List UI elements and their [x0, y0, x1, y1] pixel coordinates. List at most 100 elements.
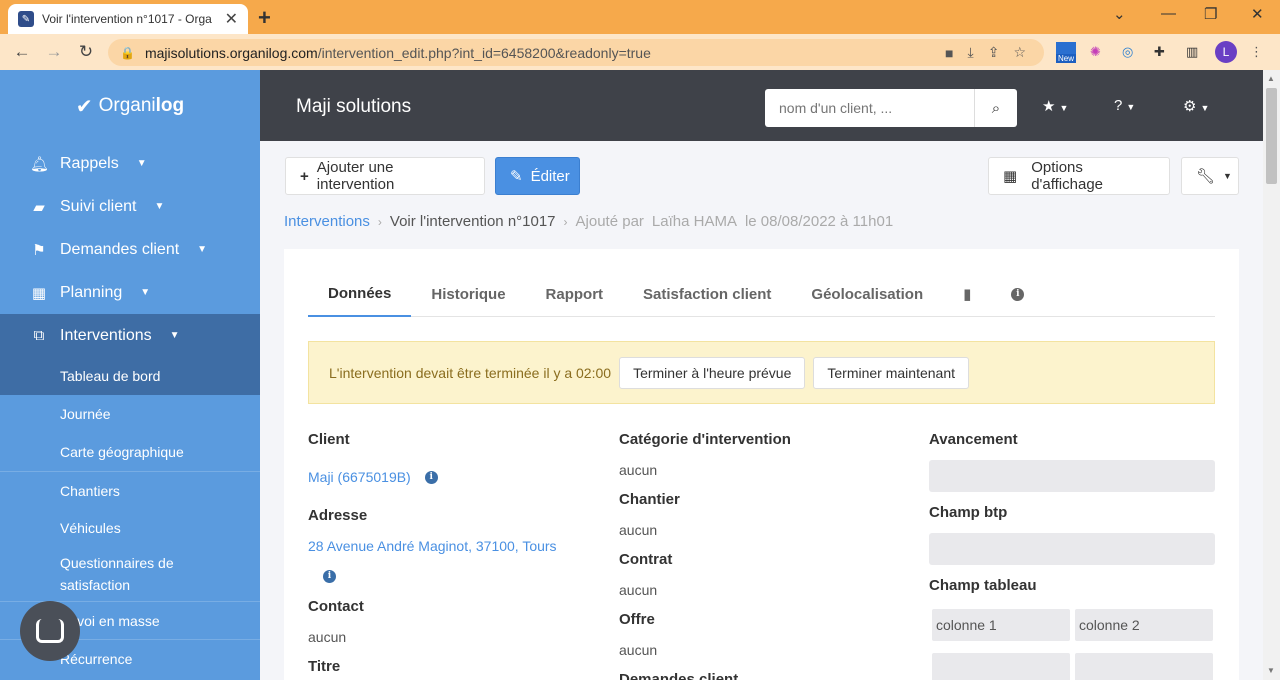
chrome-menu-icon[interactable]: ⋮: [1250, 41, 1263, 63]
offer-label: Offre: [619, 611, 655, 628]
sidebar-subitem-vehicules[interactable]: Véhicules: [0, 509, 260, 547]
tab-search-chevron-icon[interactable]: ⌄: [1113, 5, 1126, 23]
sidebar-subitem-carte[interactable]: Carte géographique: [0, 433, 260, 471]
close-window-icon[interactable]: ✕: [1251, 5, 1264, 23]
tab-rapport[interactable]: Rapport: [526, 271, 624, 317]
sidebar-item-interventions[interactable]: ⧉ Interventions ▼: [0, 314, 260, 357]
breadcrumb-interventions-link[interactable]: Interventions: [284, 213, 370, 230]
contact-label: Contact: [308, 598, 364, 615]
client-link[interactable]: Maji (6675019B): [308, 469, 411, 485]
sidebar-subitem-chantiers[interactable]: Chantiers: [0, 471, 260, 509]
sidebar-subitem-tableau-de-bord[interactable]: Tableau de bord: [0, 357, 260, 395]
tab-document-icon[interactable]: ▮: [943, 271, 991, 317]
tools-wrench-button[interactable]: 🔧︎ ▼: [1181, 157, 1239, 195]
scroll-down-icon[interactable]: ▼: [1267, 666, 1275, 675]
added-by-prefix: Ajouté par: [575, 213, 644, 230]
plus-icon: +: [300, 167, 309, 185]
settings-gear-icon[interactable]: ⚙ ▼: [1183, 97, 1209, 115]
forward-icon[interactable]: →: [38, 42, 70, 62]
add-intervention-button[interactable]: + Ajouter une intervention: [285, 157, 485, 195]
extensions-puzzle-icon[interactable]: ✚: [1154, 41, 1165, 63]
details-column-1: Client Maji (6675019B) i Adresse 28 Aven…: [308, 431, 598, 675]
breadcrumb-current: Voir l'intervention n°1017: [389, 213, 556, 230]
close-tab-icon[interactable]: ✕: [225, 9, 238, 29]
address-label: Adresse: [308, 507, 368, 524]
url-path: /intervention_edit.php?int_id=6458200&re…: [317, 44, 651, 61]
profile-avatar[interactable]: L: [1215, 41, 1237, 63]
profile-initial: L: [1215, 41, 1237, 63]
sidebar-item-label: Demandes client: [60, 240, 180, 258]
intervention-tabs: Données Historique Rapport Satisfaction …: [308, 271, 1215, 317]
category-label: Catégorie d'intervention: [619, 431, 791, 448]
address-link[interactable]: 28 Avenue André Maginot, 37100, Tours: [308, 538, 598, 554]
category-value: aucun: [619, 462, 658, 478]
display-options-button[interactable]: ▦ Options d'affichage: [988, 157, 1170, 195]
bookmark-star-icon[interactable]: ☆: [1013, 44, 1026, 61]
side-panel-icon[interactable]: ▥: [1186, 41, 1198, 63]
share-icon[interactable]: ⇪: [988, 44, 1000, 61]
tab-geolocalisation[interactable]: Géolocalisation: [791, 271, 943, 317]
scroll-up-icon[interactable]: ▲: [1267, 74, 1275, 83]
search-icon[interactable]: ⌕: [974, 89, 1017, 127]
details-column-2: Catégorie d'intervention aucun Chantier …: [619, 431, 909, 680]
address-info-icon[interactable]: i: [323, 570, 336, 583]
install-icon[interactable]: ⤓: [968, 44, 974, 61]
intervention-panel: Données Historique Rapport Satisfaction …: [284, 249, 1239, 680]
finish-planned-button[interactable]: Terminer à l'heure prévue: [619, 356, 806, 389]
tab-satisfaction-client[interactable]: Satisfaction client: [623, 271, 791, 317]
caret-down-icon: ▼: [140, 287, 151, 298]
chat-launcher-button[interactable]: [20, 601, 80, 661]
caret-down-icon: ▼: [136, 158, 147, 169]
reload-icon[interactable]: ↻: [70, 42, 102, 62]
url-host: majisolutions.organilog.com: [144, 44, 318, 61]
sidebar-item-demandes-client[interactable]: ⚑ Demandes client ▼: [0, 228, 260, 271]
extension-flower-icon[interactable]: ✺: [1090, 41, 1101, 63]
site-label: Chantier: [619, 491, 680, 508]
client-info-icon[interactable]: i: [424, 470, 438, 484]
camera-icon[interactable]: ■: [945, 45, 953, 61]
tab-historique[interactable]: Historique: [411, 271, 525, 317]
sidebar: ✔ Organilog 🔔︎ Rappels ▼ ▰ Suivi client …: [0, 70, 260, 680]
organilog-logo[interactable]: ✔ Organilog: [0, 70, 260, 142]
caret-down-icon: ▼: [154, 201, 165, 212]
scrollbar-thumb[interactable]: [1266, 88, 1277, 184]
back-icon[interactable]: ←: [6, 42, 38, 62]
search-input[interactable]: [765, 89, 974, 127]
table-column-1: colonne 1: [932, 609, 1070, 641]
sidebar-item-suivi-client[interactable]: ▰ Suivi client ▼: [0, 185, 260, 228]
sidebar-item-rappels[interactable]: 🔔︎ Rappels ▼: [0, 142, 260, 185]
breadcrumb-separator-icon: ›: [377, 214, 382, 229]
sidebar-subitem-questionnaires[interactable]: Questionnaires de satisfaction: [0, 547, 260, 601]
pencil-icon: ✎: [510, 168, 523, 185]
tab-donnees[interactable]: Données: [308, 271, 412, 317]
contract-label: Contrat: [619, 551, 673, 568]
address-bar[interactable]: 🔒 majisolutions.organilog.com/interventi…: [108, 39, 1044, 66]
contact-value: aucun: [308, 629, 347, 645]
details-column-3: Avancement Champ btp Champ tableau colon…: [929, 431, 1219, 680]
restore-icon[interactable]: ❐: [1204, 5, 1217, 23]
btp-field-label: Champ btp: [929, 504, 1008, 521]
calendar-icon: ▦: [31, 284, 47, 302]
extension-grammar-icon[interactable]: ◎: [1122, 41, 1133, 63]
extension-new-icon[interactable]: New: [1054, 41, 1078, 63]
finish-now-button[interactable]: Terminer maintenant: [813, 356, 969, 389]
tab-info-icon[interactable]: i: [991, 271, 1044, 317]
browser-tab[interactable]: ✎ Voir l'intervention n°1017 - Orga ✕: [8, 4, 248, 34]
btp-field: [929, 533, 1215, 565]
added-by-name: Laïha HAMA: [651, 213, 737, 230]
new-tab-button[interactable]: +: [258, 5, 271, 31]
minimize-icon[interactable]: —: [1161, 5, 1176, 22]
title-label: Titre: [308, 658, 341, 675]
page-scrollbar[interactable]: ▲ ▼: [1263, 70, 1280, 680]
favorites-star-icon[interactable]: ★ ▼: [1042, 97, 1068, 115]
add-intervention-label: Ajouter une intervention: [316, 159, 395, 193]
sidebar-item-planning[interactable]: ▦ Planning ▼: [0, 271, 260, 314]
edit-button[interactable]: ✎ Éditer: [495, 157, 580, 195]
help-icon[interactable]: ? ▼: [1114, 97, 1135, 114]
sidebar-subitem-journee[interactable]: Journée: [0, 395, 260, 433]
sidebar-item-label: Interventions: [60, 326, 152, 344]
caret-down-icon: ▼: [1223, 171, 1232, 181]
display-options-label: Options d'affichage: [1031, 159, 1104, 193]
table-field-row: [929, 653, 1219, 680]
organilog-favicon-icon: ✎: [18, 11, 34, 27]
